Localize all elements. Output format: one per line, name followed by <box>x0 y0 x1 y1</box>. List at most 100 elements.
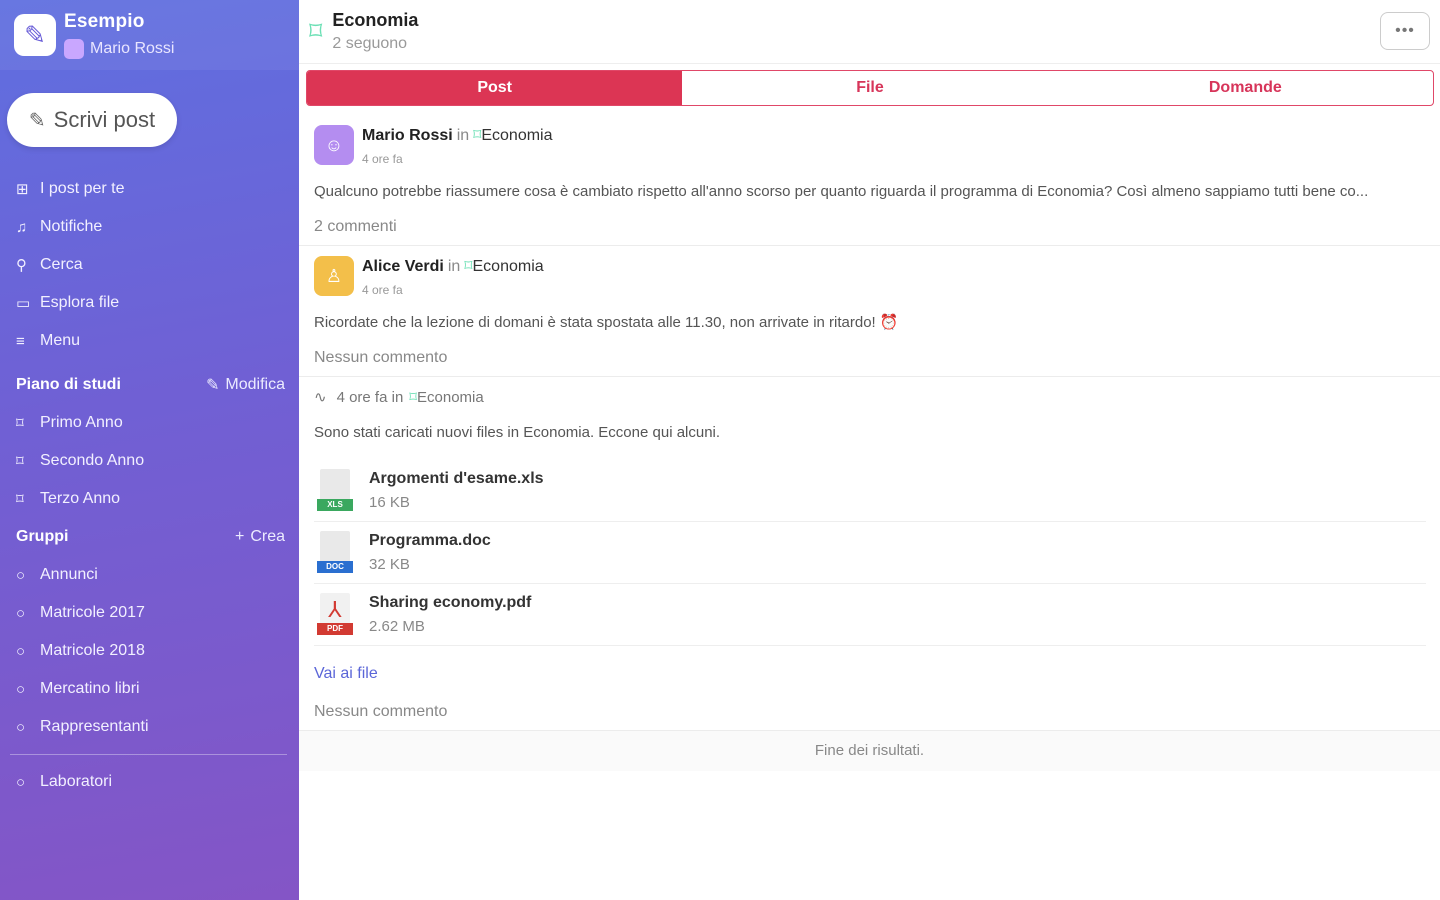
post-author[interactable]: Alice Verdi <box>362 258 444 275</box>
tab-post[interactable]: Post <box>307 71 683 105</box>
end-of-results: Fine dei risultati. <box>299 731 1440 771</box>
study-plan-title: Piano di studi <box>16 376 121 393</box>
post-text: Qualcuno potrebbe riassumere cosa è camb… <box>314 183 1369 200</box>
bookmark-icon: ⌑ <box>16 491 24 508</box>
create-group-label: Crea <box>250 528 285 545</box>
current-user-name: Mario Rossi <box>90 40 175 57</box>
sidebar-item-matricole-2017[interactable]: ○ Matricole 2017 <box>0 594 299 632</box>
bookmark-icon: ⌑ <box>409 389 417 406</box>
nav-item-label: Mercatino libri <box>40 680 140 697</box>
write-post-button[interactable]: ✎ Scrivi post <box>7 93 177 147</box>
plus-icon: + <box>234 528 245 545</box>
comments-count[interactable]: Nessun commento <box>314 694 1426 730</box>
followers-count[interactable]: 2 seguono <box>332 35 418 53</box>
edit-study-plan-button[interactable]: ✎ Modifica <box>206 375 285 395</box>
post-author[interactable]: Mario Rossi <box>362 127 453 144</box>
author-avatar[interactable]: ☺ <box>314 125 354 165</box>
nav-item-menu[interactable]: ≡ Menu <box>0 322 299 360</box>
sidebar-divider <box>10 754 287 755</box>
in-label: in <box>447 258 461 275</box>
sidebar-item-secondo-anno[interactable]: ⌑ Secondo Anno <box>0 442 299 480</box>
nav-item-label: Cerca <box>40 256 83 273</box>
chat-icon: ○ <box>16 604 26 622</box>
edit-study-plan-label: Modifica <box>225 376 285 393</box>
file-size: 32 KB <box>369 556 410 573</box>
tab-domande[interactable]: Domande <box>1058 71 1433 105</box>
author-avatar[interactable]: ♙ <box>314 256 354 296</box>
chat-icon: ○ <box>16 773 26 791</box>
sidebar: ✎ Esempio Mario Rossi ✎ Scrivi post ⊞ I … <box>0 0 299 900</box>
nav-item-label: Matricole 2017 <box>40 604 145 621</box>
post-item[interactable]: ☺ Mario Rossi in ⌑Economia 4 ore fa Qualcu… <box>299 115 1440 246</box>
sidebar-item-matricole-2018[interactable]: ○ Matricole 2018 <box>0 632 299 670</box>
nav-item-label: Rappresentanti <box>40 718 149 735</box>
search-icon: ⚲ <box>16 257 27 274</box>
nav-item-label: Primo Anno <box>40 414 123 431</box>
edit-icon: ✎ <box>206 377 220 394</box>
activity-text: Sono stati caricati nuovi files in Econo… <box>314 424 721 441</box>
folder-icon: ▭ <box>16 295 31 312</box>
nav-item-label: Terzo Anno <box>40 490 121 507</box>
in-label: in <box>456 127 470 144</box>
file-size: 2.62 MB <box>369 618 425 635</box>
group-title: Economia <box>332 10 419 30</box>
file-item[interactable]: ⅄ PDF Sharing economy.pdf 2.62 MB <box>314 584 1426 646</box>
tab-file[interactable]: File <box>682 71 1057 105</box>
sidebar-item-primo-anno[interactable]: ⌑ Primo Anno <box>0 404 299 442</box>
bookmark-icon: ⌑ <box>464 258 473 275</box>
post-time: 4 ore fa <box>362 283 403 297</box>
post-item[interactable]: ♙ Alice Verdi in ⌑Economia 4 ore fa Ricord… <box>299 246 1440 377</box>
sidebar-item-laboratori[interactable]: ○ Laboratori <box>0 763 299 801</box>
sidebar-item-terzo-anno[interactable]: ⌑ Terzo Anno <box>0 480 299 518</box>
nav-item-search[interactable]: ⚲ Cerca <box>0 246 299 284</box>
posts-icon: ⊞ <box>16 181 29 198</box>
sidebar-item-rappresentanti[interactable]: ○ Rappresentanti <box>0 708 299 746</box>
comments-count[interactable]: 2 commenti <box>314 209 1426 245</box>
file-item[interactable]: XLS Argomenti d'esame.xls 16 KB <box>314 460 1426 522</box>
post-time: 4 ore fa <box>362 152 403 166</box>
activity-time: 4 ore fa in <box>336 388 404 406</box>
bookmark-icon: ⌑ <box>309 16 323 46</box>
group-header: ⌑ Economia 2 seguono ••• <box>299 0 1440 64</box>
main-content: ⌑ Economia 2 seguono ••• Post File Doman… <box>299 0 1440 900</box>
user-avatar <box>64 39 84 59</box>
chat-icon: ○ <box>16 680 26 698</box>
nav-item-label: Menu <box>40 332 81 349</box>
activity-group[interactable]: Economia <box>417 389 484 406</box>
edit-icon: ✎ <box>28 109 46 132</box>
activity-icon: ∿ <box>314 389 327 406</box>
sidebar-item-mercatino-libri[interactable]: ○ Mercatino libri <box>0 670 299 708</box>
bookmark-icon: ⌑ <box>16 453 24 470</box>
file-type-tag: DOC <box>317 560 353 573</box>
file-size: 16 KB <box>369 494 410 511</box>
file-list: XLS Argomenti d'esame.xls 16 KB DOC Prog… <box>314 460 1426 646</box>
bookmark-icon: ⌑ <box>16 415 24 432</box>
post-group[interactable]: Economia <box>473 258 544 275</box>
bell-icon: ♫ <box>16 218 28 236</box>
nav-item-files[interactable]: ▭ Esplora file <box>0 284 299 322</box>
post-feed: ☺ Mario Rossi in ⌑Economia 4 ore fa Qualcu… <box>299 115 1440 771</box>
file-name: Programma.doc <box>369 532 491 549</box>
post-group[interactable]: Economia <box>481 127 552 144</box>
file-item[interactable]: DOC Programma.doc 32 KB <box>314 522 1426 584</box>
ellipsis-icon: ••• <box>1395 22 1415 39</box>
nav-item-notifications[interactable]: ♫ Notifiche <box>0 208 299 246</box>
app-logo-icon: ✎ <box>14 14 56 56</box>
go-to-files-link[interactable]: Vai ai file <box>314 654 1426 694</box>
file-name: Argomenti d'esame.xls <box>369 470 544 487</box>
activity-item: ∿ 4 ore fa in ⌑ Economia Sono stati cari… <box>299 377 1440 731</box>
more-options-button[interactable]: ••• <box>1380 12 1430 50</box>
chat-icon: ○ <box>16 718 26 736</box>
study-plan-section: Piano di studi ✎ Modifica <box>0 366 299 404</box>
comments-count[interactable]: Nessun commento <box>314 340 1426 376</box>
create-group-button[interactable]: + Crea <box>235 528 285 546</box>
nav-item-label: Matricole 2018 <box>40 642 145 659</box>
document-file-icon: DOC <box>317 530 353 575</box>
current-user: Mario Rossi <box>64 39 174 59</box>
nav-item-label: Secondo Anno <box>40 452 145 469</box>
groups-title: Gruppi <box>16 528 69 545</box>
sidebar-item-annunci[interactable]: ○ Annunci <box>0 556 299 594</box>
brand-header[interactable]: ✎ Esempio Mario Rossi <box>0 0 299 70</box>
chat-icon: ○ <box>16 642 26 660</box>
nav-item-posts[interactable]: ⊞ I post per te <box>0 170 299 208</box>
